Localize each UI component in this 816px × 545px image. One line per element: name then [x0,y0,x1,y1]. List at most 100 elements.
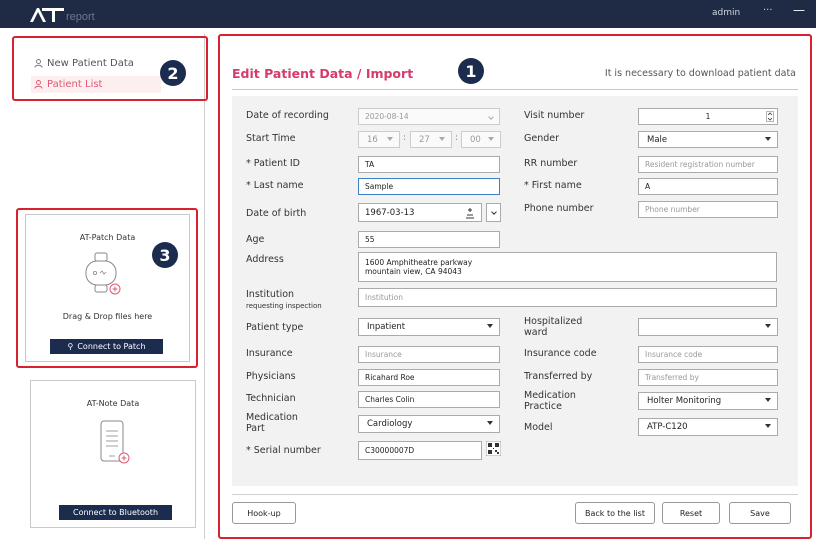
usb-icon: ⚲ [67,342,74,351]
note-card-title: AT-Note Data [86,399,140,408]
physicians-input[interactable]: Ricahard Roe [358,369,500,386]
model-select[interactable]: ATP-C120 [638,418,778,436]
date-of-birth-input[interactable]: 1967-03-13 [358,203,482,222]
label-hospitalized-ward-1: Hospitalized [524,316,583,327]
last-name-input[interactable]: Sample [358,178,500,195]
date-of-recording-field[interactable]: 2020-08-14 [358,108,500,125]
label-institution-sub: requesting inspection [246,302,322,310]
gender-value: Male [647,134,668,145]
transferred-by-input[interactable]: Transferred by [638,369,778,386]
chevron-down-icon [487,324,493,328]
note-card[interactable]: AT-Note Data Connect to Bluetooth [30,380,196,528]
sidebar-item-label: Patient List [47,79,103,90]
sidebar-item-label: New Patient Data [47,58,134,69]
patient-type-value: Inpatient [367,322,406,332]
patch-card[interactable]: AT-Patch Data Drag & Drop files here ⚲ C… [25,214,190,362]
title-divider [232,89,798,90]
label-patient-id: * Patient ID [246,158,300,169]
age-input[interactable]: 55 [358,231,500,248]
chevron-down-icon [387,137,393,141]
chevron-down-icon [765,324,771,328]
back-to-list-button[interactable]: Back to the list [575,502,655,524]
patient-type-select[interactable]: Inpatient [358,318,500,336]
save-button[interactable]: Save [729,502,791,524]
label-date-of-recording: Date of recording [246,110,329,121]
medication-practice-select[interactable]: Holter Monitoring [638,392,778,410]
qr-code-icon[interactable] [486,441,501,456]
more-icon[interactable]: ··· [763,5,773,16]
address-input[interactable]: 1600 Amphitheatre parkway mountain view,… [358,252,777,282]
user-name[interactable]: admin [712,8,740,18]
phone-number-input[interactable]: Phone number [638,201,778,218]
plus-minus-icon[interactable] [465,207,475,219]
label-model: Model [524,422,553,433]
address-line-1: 1600 Amphitheatre parkway [365,258,473,267]
label-start-time: Start Time [246,133,296,144]
label-serial-number: * Serial number [246,445,321,456]
patch-device-icon [85,252,121,295]
footer-divider [232,494,798,495]
visit-number-value: 1 [705,112,711,121]
minimize-icon[interactable]: — [793,3,805,17]
connect-patch-label: Connect to Patch [77,342,146,351]
label-medication-part-2: Part [246,423,265,434]
technician-input[interactable]: Charles Colin [358,391,500,408]
label-insurance-code: Insurance code [524,348,597,359]
connect-bluetooth-button[interactable]: Connect to Bluetooth [59,505,172,520]
label-institution-text: Institution [246,289,295,300]
badge-1: 1 [458,58,484,84]
medication-part-select[interactable]: Cardiology [358,415,500,433]
medication-practice-value: Holter Monitoring [647,396,722,406]
patient-form: Date of recording 2020-08-14 Start Time … [232,96,798,486]
label-hospitalized-ward: Hospitalized ward [524,316,582,338]
reset-button[interactable]: Reset [662,502,720,524]
dob-dropdown-button[interactable] [486,203,501,222]
hospitalized-ward-select[interactable] [638,318,778,336]
insurance-code-input[interactable]: Insurance code [638,346,778,363]
label-rr-number: RR number [524,158,578,169]
sidebar-item-new-patient[interactable]: New Patient Data [34,58,134,69]
serial-number-input[interactable]: C30000007D [358,441,482,460]
person-icon [34,59,43,68]
label-institution: Institution requesting inspection [246,289,322,312]
hookup-button[interactable]: Hook-up [232,502,296,524]
label-physicians: Physicians [246,371,296,382]
chevron-down-icon [491,209,497,215]
institution-input[interactable]: Institution [358,288,777,307]
model-value: ATP-C120 [647,422,688,432]
stepper-arrows-icon[interactable] [766,111,774,122]
at-logo-icon [30,8,64,22]
label-insurance: Insurance [246,348,293,359]
chevron-down-icon [487,421,493,425]
label-age: Age [246,234,265,245]
person-icon [34,80,43,89]
connect-patch-button[interactable]: ⚲ Connect to Patch [50,339,163,354]
rr-number-input[interactable]: Resident registration number [638,156,778,173]
start-second-select[interactable]: 00 [461,131,501,148]
sidebar-item-patient-list[interactable]: Patient List [31,76,161,93]
chevron-down-icon [765,424,771,428]
chevron-down-icon [765,398,771,402]
start-minute-value: 27 [419,134,430,145]
patient-id-input[interactable]: TA [358,156,500,173]
visit-number-stepper[interactable]: 1 [638,108,778,125]
title-bar: report admin ··· — [0,0,816,28]
start-hour-select[interactable]: 16 [358,131,400,148]
gender-select[interactable]: Male [638,131,778,148]
label-visit-number: Visit number [524,110,585,121]
label-medication-practice-2: Practice [524,401,562,412]
sidebar: New Patient Data Patient List 2 AT-Patch… [8,32,208,545]
label-transferred-by: Transferred by [524,371,593,382]
insurance-input[interactable]: Insurance [358,346,500,363]
badge-2: 2 [160,60,186,86]
first-name-input[interactable]: A [638,178,778,195]
logo-text: report [66,11,95,23]
page-title: Edit Patient Data / Import [232,66,414,81]
address-line-2: mountain view, CA 94043 [365,267,462,276]
label-medication-part-1: Medication [246,412,298,423]
start-minute-select[interactable]: 27 [410,131,452,148]
date-of-birth-value: 1967-03-13 [365,207,415,218]
drop-zone-text: Drag & Drop files here [62,312,153,321]
app-logo: report [30,5,95,23]
start-hour-value: 16 [367,134,378,145]
